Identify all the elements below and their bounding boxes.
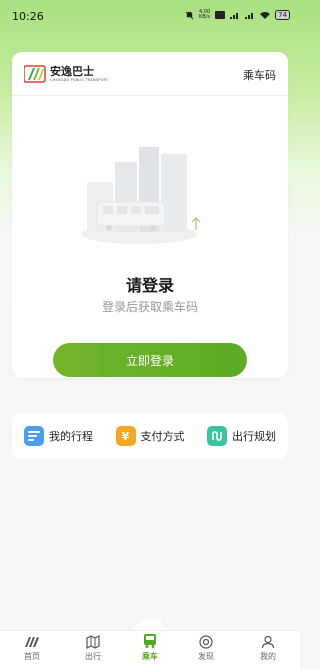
trip-list-icon (24, 426, 44, 446)
brand-logo-icon (24, 65, 46, 83)
tab-ride[interactable]: 乘车 (125, 633, 175, 662)
status-bar: 10:26 4.00 KB/s 74 (0, 0, 300, 34)
map-icon (86, 635, 100, 649)
tab-mine[interactable]: 我的 (243, 635, 293, 662)
card-header: 安逸巴士 CHENGDU PUBLIC TRANSPORT 乘车码 (12, 52, 288, 96)
tab-discover[interactable]: 发现 (181, 635, 231, 662)
route-plan-icon (207, 426, 227, 446)
profile-icon (261, 635, 275, 649)
discover-icon (199, 635, 213, 649)
brand-logo: 安逸巴士 CHENGDU PUBLIC TRANSPORT (24, 64, 108, 84)
my-trips-button[interactable]: 我的行程 (24, 426, 93, 446)
signal-5g-icon (245, 10, 255, 20)
brand-name-en: CHENGDU PUBLIC TRANSPORT (50, 77, 109, 82)
tab-mine-label: 我的 (260, 652, 276, 661)
payment-method-button[interactable]: ¥ 支付方式 (115, 426, 185, 446)
status-time: 10:26 (12, 10, 44, 23)
network-speed-icon: 4.00 KB/s (198, 9, 211, 20)
payment-method-label: 支付方式 (140, 430, 185, 443)
bottom-tab-bar: 首页 出行 乘车 发现 我的 (0, 630, 300, 669)
mute-icon (185, 10, 194, 20)
status-icons: 4.00 KB/s 74 (185, 10, 290, 20)
brand-name: 安逸巴士 (50, 64, 94, 78)
tab-travel[interactable]: 出行 (68, 635, 118, 662)
hd-icon (215, 10, 226, 20)
login-button[interactable]: 立即登录 (53, 343, 247, 377)
tab-discover-label: 发现 (198, 652, 214, 661)
login-title: 请登录 (125, 276, 174, 295)
tab-home-label: 首页 (24, 652, 40, 661)
tab-travel-label: 出行 (85, 652, 101, 661)
tab-ride-label: 乘车 (142, 652, 158, 661)
bus-qr-icon (144, 634, 156, 648)
signal-3g-icon (230, 10, 240, 20)
ride-code-card: 安逸巴士 CHENGDU PUBLIC TRANSPORT 乘车码 请登录 登录… (12, 52, 288, 378)
my-trips-label: 我的行程 (49, 430, 93, 443)
city-bus-illustration (81, 147, 201, 244)
yuan-icon: ¥ (115, 426, 136, 446)
battery-icon: 74 (275, 10, 290, 20)
quick-actions: 我的行程 ¥ 支付方式 出行规划 (12, 413, 288, 459)
tab-home[interactable]: 首页 (7, 635, 57, 662)
wifi-icon (260, 10, 271, 20)
home-logo-icon (25, 637, 39, 647)
ride-code-link[interactable]: 乘车码 (243, 67, 276, 83)
route-plan-button[interactable]: 出行规划 (207, 426, 276, 446)
login-subtitle: 登录后获取乘车码 (101, 300, 198, 314)
route-plan-label: 出行规划 (232, 430, 276, 443)
